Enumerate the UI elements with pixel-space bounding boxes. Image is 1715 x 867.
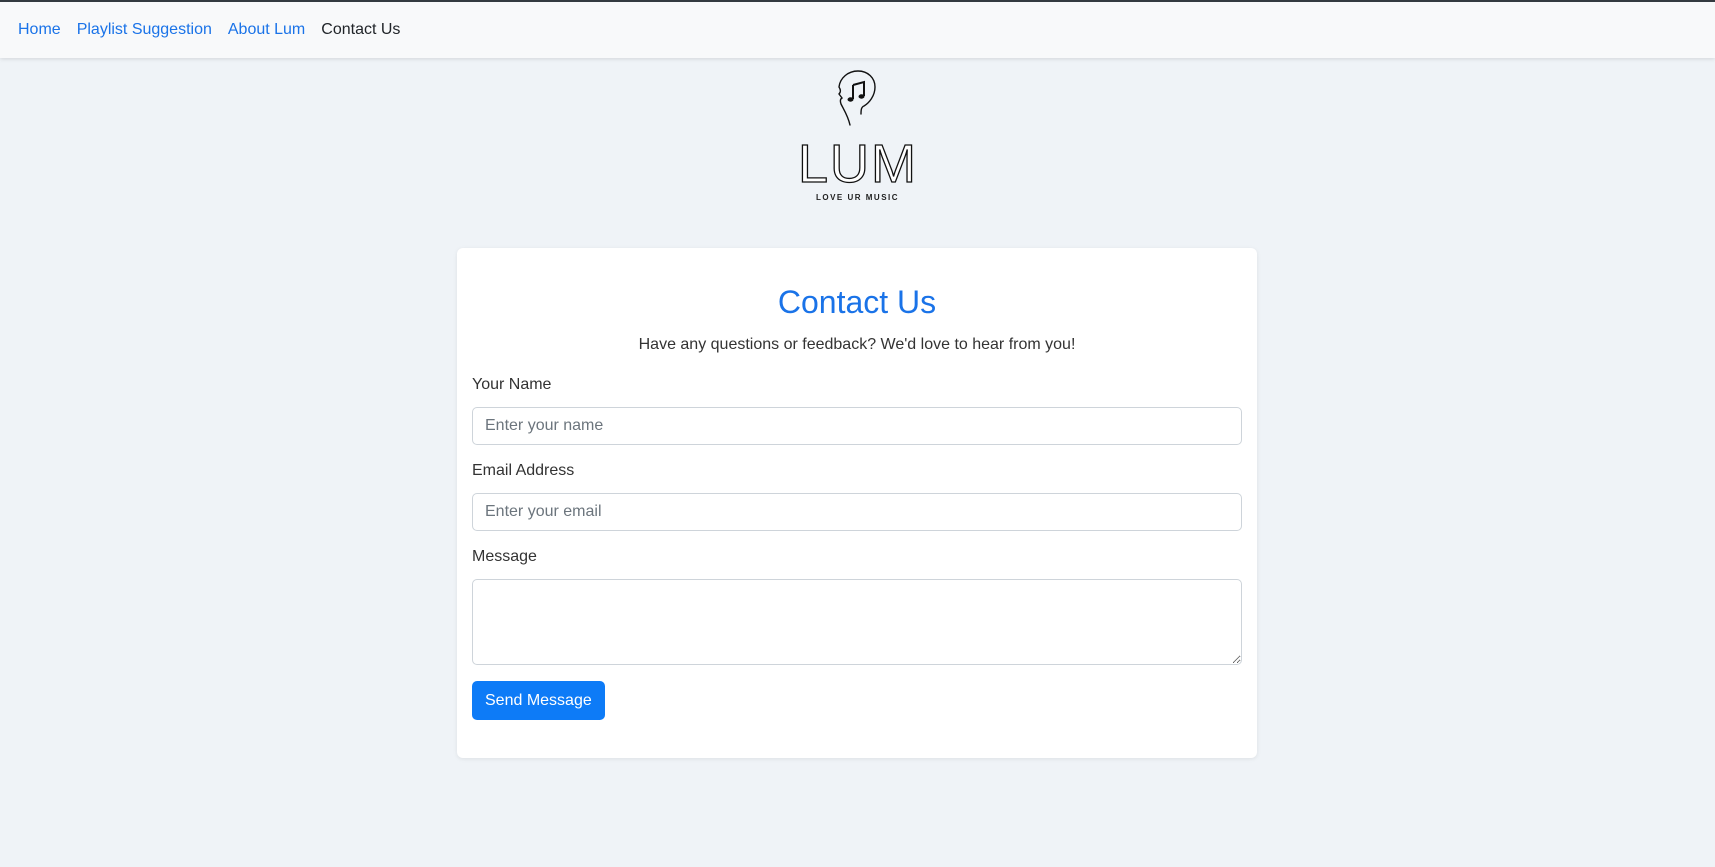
name-input[interactable] bbox=[472, 407, 1242, 445]
contact-card: Contact Us Have any questions or feedbac… bbox=[457, 248, 1257, 758]
nav-about-lum-link[interactable]: About Lum bbox=[228, 21, 305, 39]
nav-home-link[interactable]: Home bbox=[18, 21, 61, 39]
navbar: Home Playlist Suggestion About Lum Conta… bbox=[0, 0, 1715, 58]
nav-playlist-suggestion-link[interactable]: Playlist Suggestion bbox=[77, 21, 212, 39]
email-label: Email Address bbox=[472, 462, 575, 479]
contact-title: Contact Us bbox=[777, 284, 937, 320]
logo-wordmark: LUM bbox=[798, 136, 918, 188]
message-textarea[interactable] bbox=[472, 579, 1242, 665]
logo-mark: LUM LOVE UR MUSIC bbox=[798, 68, 918, 208]
message-label: Message bbox=[472, 548, 537, 565]
name-label: Your Name bbox=[472, 376, 552, 393]
logo: LUM LOVE UR MUSIC bbox=[0, 68, 1715, 208]
contact-subtitle: Have any questions or feedback? We'd lov… bbox=[638, 336, 1076, 353]
logo-tagline: LOVE UR MUSIC bbox=[815, 193, 900, 202]
logo-wordmark-text: LUM bbox=[798, 136, 918, 188]
email-input[interactable] bbox=[472, 493, 1242, 531]
nav-contact-us-link[interactable]: Contact Us bbox=[321, 21, 400, 39]
head-with-music-note-icon bbox=[837, 70, 876, 126]
send-message-button[interactable]: Send Message bbox=[472, 681, 605, 720]
